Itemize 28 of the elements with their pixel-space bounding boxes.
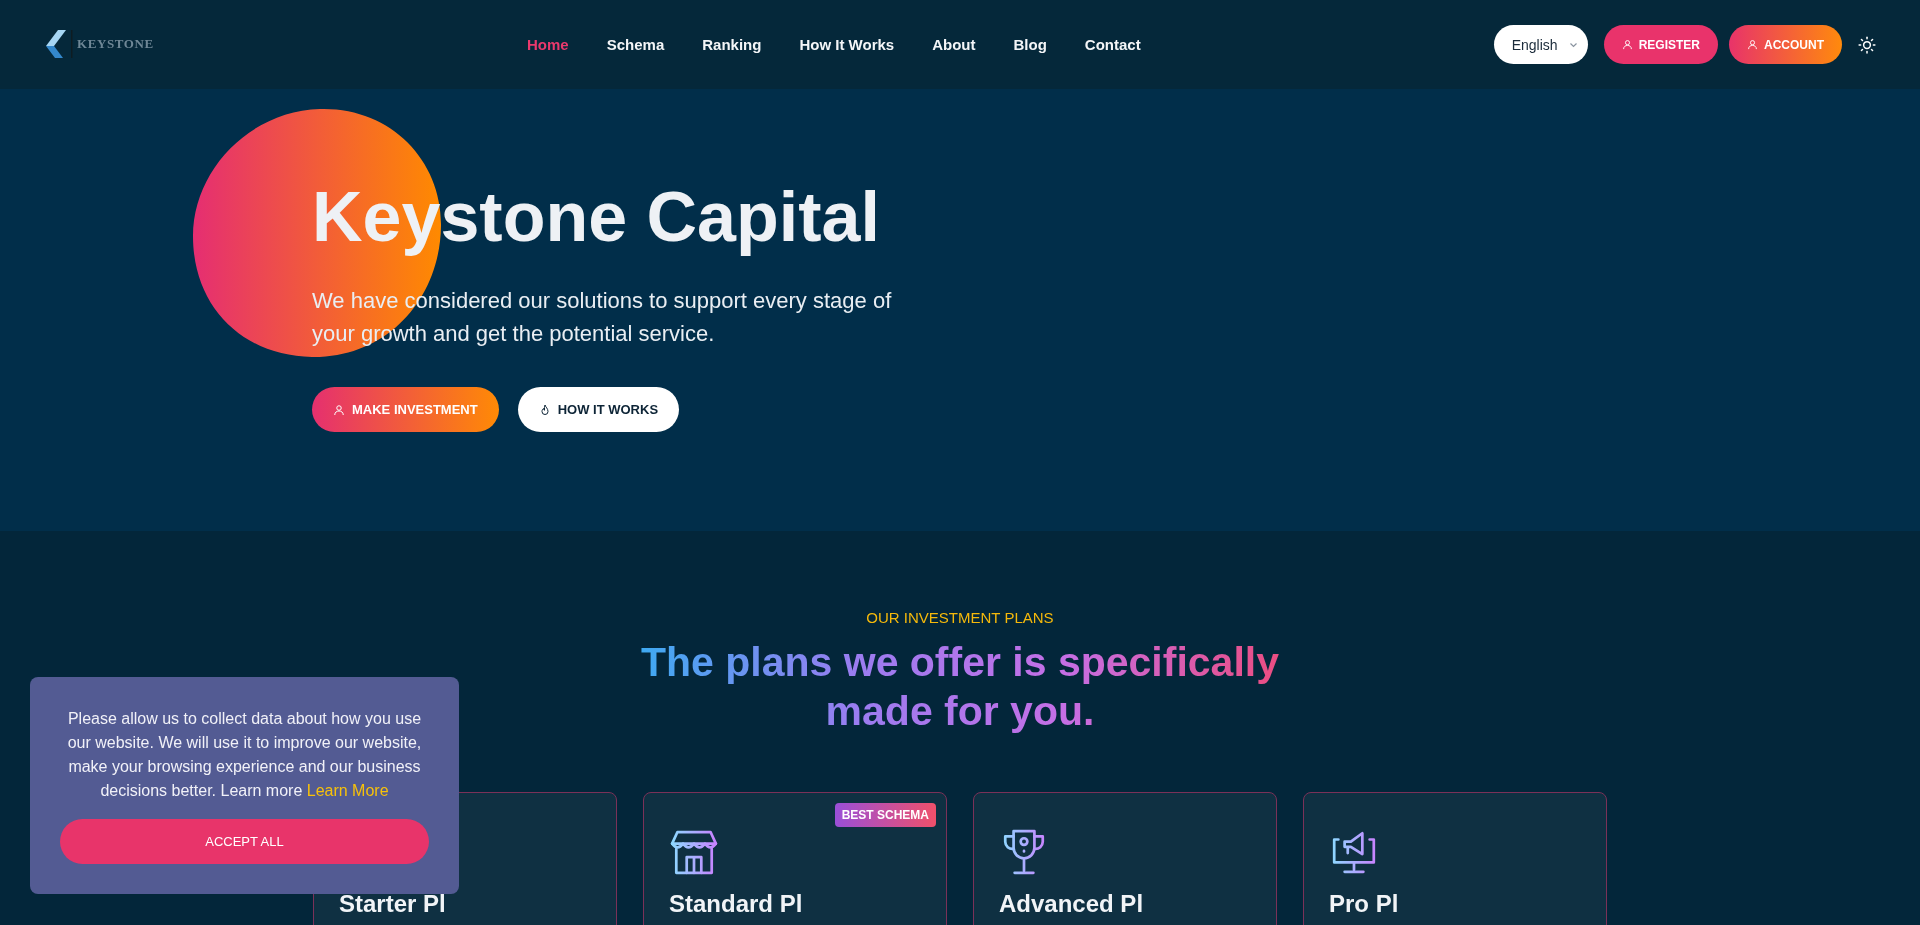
nav-link[interactable]: About — [932, 36, 976, 53]
nav-link[interactable]: Home — [527, 36, 569, 53]
learn-more-link[interactable]: Learn More — [306, 782, 389, 799]
user-icon — [333, 403, 345, 416]
plan-title: Starter Pl — [339, 891, 446, 917]
user-icon — [1747, 39, 1758, 50]
nav-link[interactable]: Schema — [606, 36, 665, 53]
header-button[interactable]: REGISTER — [1603, 25, 1718, 64]
plan-title: Advanced Pl — [999, 891, 1144, 917]
logo-text[interactable]: KEYSTONE — [77, 35, 154, 52]
flame-icon — [538, 403, 551, 416]
sun-icon[interactable] — [1858, 35, 1876, 54]
plan-badge: BEST SCHEMA — [834, 803, 936, 827]
plan-title: Standard Pl — [669, 891, 803, 917]
plan-title: Pro Pl — [1329, 891, 1399, 917]
section-eyebrow: OUR INVESTMENT PLANS — [866, 608, 1054, 628]
accept-all-button[interactable]: ACCEPT ALL — [60, 819, 429, 864]
nav-link[interactable]: Blog — [1013, 36, 1047, 53]
chevron-down-icon — [1568, 41, 1578, 48]
nav-link[interactable]: Ranking — [702, 36, 762, 53]
language-select[interactable]: English — [1493, 25, 1588, 64]
user-icon — [1621, 39, 1633, 50]
logo-icon[interactable] — [46, 29, 73, 58]
nav-link[interactable]: Contact — [1084, 36, 1141, 53]
cookie-message: Please allow us to collect data about how you use our website. We will use it to improve our website, make your browsing experience and our business decisions better. Learn more Learn More — [66, 709, 423, 801]
nav-link[interactable]: How It Works — [799, 36, 895, 53]
secondary-cta-button[interactable]: HOW IT WORKS — [517, 387, 680, 432]
primary-cta-button[interactable]: MAKE INVESTMENT — [312, 387, 499, 432]
